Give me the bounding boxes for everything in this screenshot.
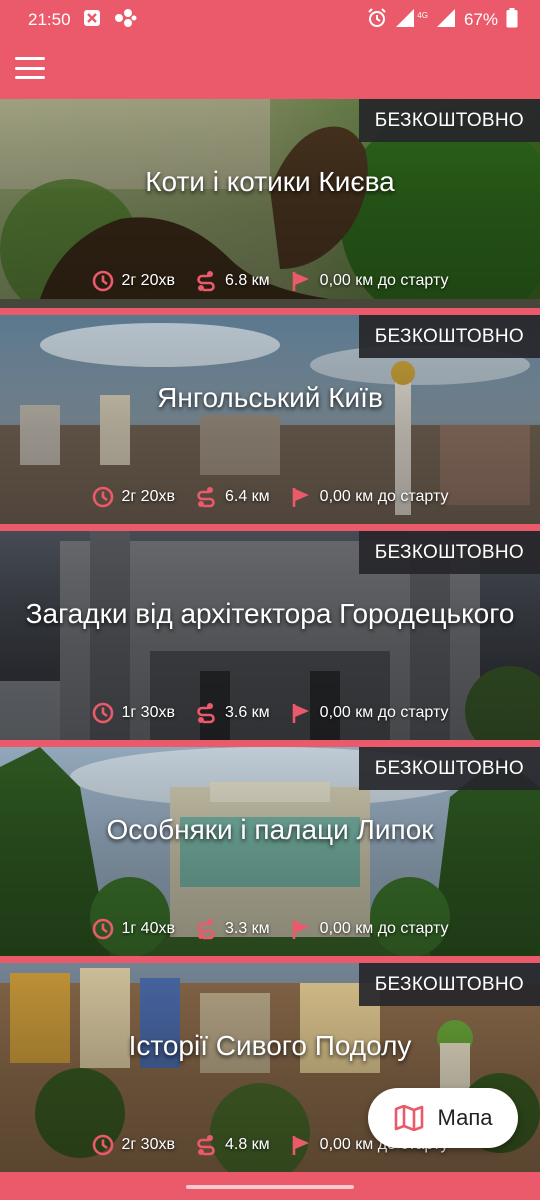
distance-value: 6.8 км [224, 272, 270, 289]
network-type: 4G [417, 10, 428, 20]
price-badge: БЕЗКОШТОВНО [358, 747, 540, 790]
to-start-value: 0,00 км до старту [319, 272, 449, 289]
distance: 6.4 км [195, 486, 270, 508]
app-bar [0, 40, 540, 98]
clock-icon [92, 270, 113, 292]
close-box-icon [83, 9, 101, 32]
distance-value: 3.3 км [224, 920, 270, 937]
tour-title: Янгольський Київ [157, 382, 383, 413]
price-badge: БЕЗКОШТОВНО [358, 99, 540, 142]
signal-icon [395, 8, 415, 33]
duration: 2г 20хв [92, 270, 175, 292]
clock-icon [92, 918, 113, 940]
to-start-value: 0,00 км до старту [319, 704, 449, 721]
route-icon [197, 1135, 215, 1156]
flag-icon [292, 704, 309, 723]
tour-meta: 1г 30хв 3.6 км 0,00 км до старту [0, 702, 540, 724]
duration-value: 1г 30хв [121, 704, 175, 721]
status-bar: 21:50 4G 67% [0, 0, 540, 40]
route-icon [197, 919, 215, 940]
to-start: 0,00 км до старту [290, 918, 449, 940]
map-button[interactable]: Мапа [368, 1088, 518, 1148]
duration-value: 1г 40хв [121, 920, 175, 937]
route-icon [197, 271, 215, 292]
to-start: 0,00 км до старту [290, 702, 449, 724]
tour-title: Особняки і палаци Липок [106, 814, 434, 845]
duration: 2г 20хв [92, 486, 175, 508]
duration: 1г 40хв [92, 918, 175, 940]
to-start: 0,00 км до старту [290, 486, 449, 508]
tour-list[interactable]: БЕЗКОШТОВНО Коти і котики Києва 2г 20хв … [0, 99, 540, 1200]
route-icon [197, 487, 215, 508]
to-start: 0,00 км до старту [290, 270, 449, 292]
distance-value: 4.8 км [224, 1136, 270, 1153]
to-start-value: 0,00 км до старту [319, 488, 449, 505]
duration-value: 2г 20хв [121, 488, 175, 505]
price-badge: БЕЗКОШТОВНО [358, 963, 540, 1006]
duration-value: 2г 30хв [121, 1136, 175, 1153]
tour-card[interactable]: БЕЗКОШТОВНО Особняки і палаци Липок 1г 4… [0, 747, 540, 956]
alarm-icon [367, 7, 387, 33]
tour-title: Загадки від архітектора Городецького [25, 598, 515, 629]
distance-value: 6.4 км [224, 488, 270, 505]
signal-icon [436, 8, 456, 33]
map-icon [394, 1105, 423, 1131]
tour-meta: 2г 20хв 6.8 км 0,00 км до старту [0, 270, 540, 292]
clock-icon [92, 702, 113, 724]
clock-icon [92, 486, 113, 508]
tour-title: Історії Сивого Подолу [128, 1030, 412, 1061]
distance: 6.8 км [195, 270, 270, 292]
route-icon [197, 703, 215, 724]
hamburger-menu-icon[interactable] [14, 54, 46, 82]
flag-icon [292, 920, 309, 939]
price-badge: БЕЗКОШТОВНО [358, 315, 540, 358]
to-start-value: 0,00 км до старту [319, 920, 449, 937]
distance-value: 3.6 км [224, 704, 270, 721]
tour-title: Коти і котики Києва [145, 166, 395, 197]
tour-card[interactable]: БЕЗКОШТОВНО Янгольський Київ 2г 20хв 6.4… [0, 315, 540, 524]
distance: 4.8 км [195, 1134, 270, 1156]
tour-meta: 1г 40хв 3.3 км 0,00 км до старту [0, 918, 540, 940]
duration: 2г 30хв [92, 1134, 175, 1156]
tour-card[interactable]: БЕЗКОШТОВНО Загадки від архітектора Горо… [0, 531, 540, 740]
share-icon [113, 8, 137, 33]
map-button-label: Мапа [437, 1105, 493, 1130]
tour-card[interactable]: БЕЗКОШТОВНО Коти і котики Києва 2г 20хв … [0, 99, 540, 308]
flag-icon [292, 1136, 309, 1155]
status-time: 21:50 [28, 10, 71, 29]
battery-percent: 67% [463, 10, 498, 29]
duration-value: 2г 20хв [121, 272, 175, 289]
distance: 3.6 км [195, 702, 270, 724]
home-indicator[interactable] [186, 1185, 354, 1189]
flag-icon [292, 272, 309, 291]
duration: 1г 30хв [92, 702, 175, 724]
clock-icon [92, 1134, 113, 1156]
flag-icon [292, 488, 309, 507]
distance: 3.3 км [195, 918, 270, 940]
battery-icon [506, 7, 518, 33]
tour-meta: 2г 20хв 6.4 км 0,00 км до старту [0, 486, 540, 508]
price-badge: БЕЗКОШТОВНО [358, 531, 540, 574]
